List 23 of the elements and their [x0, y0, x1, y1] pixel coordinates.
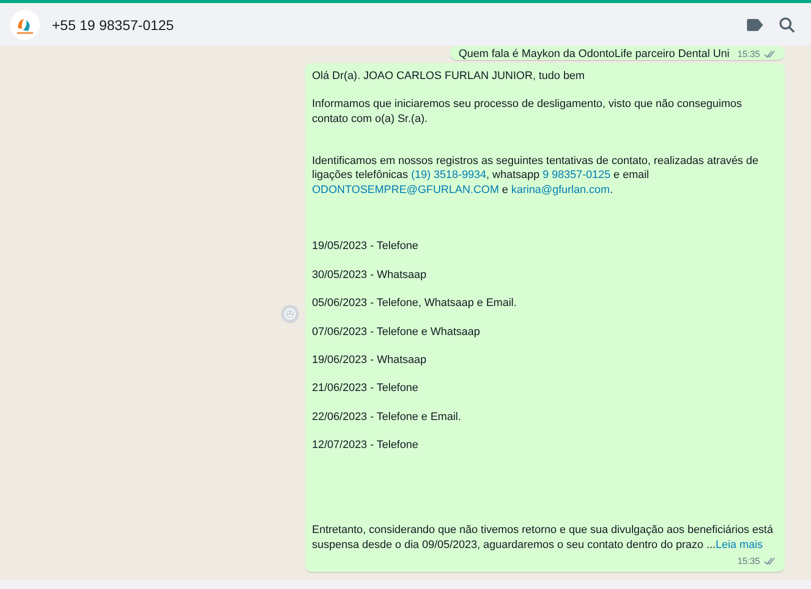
- message-text: 30/05/2023 - Whatsaap: [312, 268, 428, 282]
- message-text: Informamos que iniciaremos seu processo de desligamento, visto que não conseguimos contato com o(a) Sr.(a).: [312, 97, 743, 126]
- message-time: 15:35: [737, 48, 760, 60]
- contact-avatar-logo[interactable]: [10, 10, 40, 40]
- link[interactable]: (19) 3518-9934: [411, 169, 486, 182]
- message-text: Olá Dr(a). JOAO CARLOS FURLAN JUNIOR, tudo bem: [312, 69, 586, 84]
- link[interactable]: karina@gfurlan.com: [511, 184, 610, 196]
- message-time: 15:35: [737, 554, 760, 568]
- search-icon[interactable]: [779, 16, 795, 32]
- message-text: 22/06/2023 - Telefone e Email.: [312, 410, 462, 424]
- message-text: 12/07/2023 - Telefone: [312, 438, 420, 452]
- link[interactable]: Leia mais: [716, 538, 763, 551]
- link[interactable]: ODONTOSEMPRE@GFURLAN.COM: [312, 184, 499, 196]
- message-text: Quem fala é Maykon da OdontoLife parceiro Dental Uni 15:35: [458, 46, 776, 60]
- message-text: 21/06/2023 - Telefone: [312, 381, 420, 396]
- message-text: 19/05/2023 - Telefone: [312, 239, 420, 254]
- label-icon[interactable]: [747, 18, 763, 30]
- message-text: 05/06/2023 - Telefone, Whatsaap e Email.: [312, 296, 518, 310]
- message-text: Identificamos em nossos registros as seguintes tentativas de contato, realizadas através de ligações telefônicas (19) 3518-9934, whatsapp 9 98357-0125 e email ODONTOSEMPRE@GFURLAN.COM e karina@gfurlan.com.: [312, 154, 760, 197]
- message-text: Entretanto, considerando que não tivemos retorno e que sua divulgação aos beneficiários está suspensa desde o dia 09/05/2023, aguardaremos o seu contato dentro do prazo ...Leia mais: [312, 523, 774, 552]
- link[interactable]: 9 98357-0125: [542, 169, 610, 182]
- message-text: 07/06/2023 - Telefone e Whatsaap: [312, 324, 481, 339]
- message-text: 19/06/2023 - Whatsaap: [312, 352, 428, 368]
